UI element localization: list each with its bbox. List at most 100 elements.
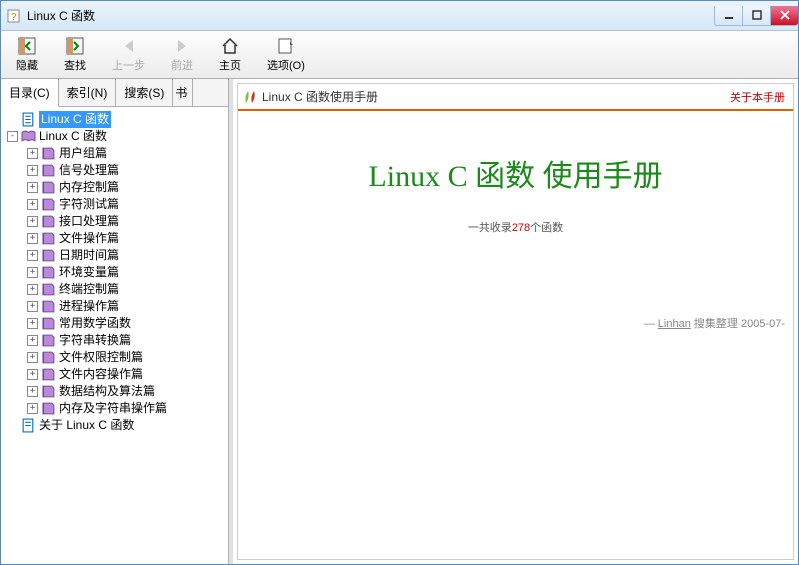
tree-chapter[interactable]: +常用数学函数 <box>3 315 226 332</box>
tree-chapter[interactable]: + 进程操作篇 <box>3 298 226 315</box>
content-frame[interactable]: Linux C 函数使用手册 关于本手册 Linux C 函数 使用手册 一共收… <box>237 83 794 560</box>
tree-chapter[interactable]: + 接口处理篇 <box>3 213 226 230</box>
tree-chapter[interactable]: +数据结构及算法篇 <box>3 383 226 400</box>
find-button[interactable]: 查找 <box>55 33 95 76</box>
tree-chapter[interactable]: + 字符串转换篇 <box>3 332 226 349</box>
book-icon <box>41 164 56 178</box>
expand-icon[interactable]: + <box>27 386 38 397</box>
tree-root-selected[interactable]: Linux C 函数 <box>3 111 226 128</box>
tree-label: 日期时间篇 <box>59 247 119 264</box>
book-icon <box>41 317 56 331</box>
tree-chapter[interactable]: +内存及字符串操作篇 <box>3 400 226 417</box>
tree-label: 终端控制篇 <box>59 281 119 298</box>
body-area: 目录(C) 索引(N) 搜索(S) 书 Linux C 函数 - Linux C… <box>1 79 798 564</box>
book-icon <box>41 232 56 246</box>
navigation-pane: 目录(C) 索引(N) 搜索(S) 书 Linux C 函数 - Linux C… <box>1 79 229 564</box>
tree-label: Linux C 函数 <box>39 111 111 128</box>
content-footer: — Linhan 搜集整理 2005-07- <box>238 275 793 339</box>
titlebar[interactable]: ? Linux C 函数 <box>1 1 798 31</box>
tree-label: 进程操作篇 <box>59 298 119 315</box>
expand-icon[interactable]: + <box>27 335 38 346</box>
expand-icon[interactable]: + <box>27 352 38 363</box>
expand-icon[interactable]: + <box>27 233 38 244</box>
forward-button: 前进 <box>162 33 202 76</box>
tree-chapter[interactable]: + 文件内容操作篇 <box>3 366 226 383</box>
tree-chapter[interactable]: + 日期时间篇 <box>3 247 226 264</box>
options-label: 选项(O) <box>267 57 305 73</box>
window-controls <box>714 6 798 26</box>
tab-favorites[interactable]: 书 <box>173 79 193 106</box>
book-icon <box>41 215 56 229</box>
function-count: 一共收录278个函数 <box>248 219 783 235</box>
collapse-icon[interactable]: - <box>7 131 18 142</box>
forward-label: 前进 <box>171 57 193 73</box>
about-manual-link[interactable]: 关于本手册 <box>730 89 785 105</box>
app-icon: ? <box>7 8 23 24</box>
logo-icon <box>242 89 258 105</box>
author-link[interactable]: Linhan <box>658 318 691 330</box>
toolbar: 隐藏 查找 上一步 前进 主页 选项(O) <box>1 31 798 79</box>
expand-icon[interactable]: + <box>27 369 38 380</box>
tree-root-book[interactable]: - Linux C 函数 <box>3 128 226 145</box>
page-icon <box>21 419 36 433</box>
maximize-button[interactable] <box>742 6 770 26</box>
tree-label: 文件内容操作篇 <box>59 366 143 383</box>
close-button[interactable] <box>770 6 798 26</box>
expand-icon[interactable]: + <box>27 267 38 278</box>
tree-chapter[interactable]: + 内存控制篇 <box>3 179 226 196</box>
book-icon <box>41 368 56 382</box>
expand-icon[interactable]: + <box>27 284 38 295</box>
book-icon <box>41 385 56 399</box>
minimize-button[interactable] <box>714 6 742 26</box>
back-button: 上一步 <box>103 33 154 76</box>
window-title: Linux C 函数 <box>27 7 95 24</box>
expand-icon[interactable]: + <box>27 301 38 312</box>
book-icon <box>41 147 56 161</box>
tree-label: 字符串转换篇 <box>59 332 131 349</box>
tree-chapter[interactable]: + 环境变量篇 <box>3 264 226 281</box>
tab-search[interactable]: 搜索(S) <box>116 79 173 106</box>
expand-icon[interactable]: + <box>27 182 38 193</box>
tree-label: 环境变量篇 <box>59 264 119 281</box>
tree-label: Linux C 函数 <box>39 128 107 145</box>
hide-button[interactable]: 隐藏 <box>7 33 47 76</box>
book-icon <box>41 300 56 314</box>
book-icon <box>41 402 56 416</box>
expand-icon[interactable]: + <box>27 165 38 176</box>
book-open-icon <box>21 130 36 144</box>
expand-icon[interactable]: + <box>27 403 38 414</box>
tree-chapter[interactable]: + 用户组篇 <box>3 145 226 162</box>
expand-icon[interactable]: + <box>27 250 38 261</box>
tree-label: 文件权限控制篇 <box>59 349 143 366</box>
book-icon <box>41 334 56 348</box>
home-button[interactable]: 主页 <box>210 33 250 76</box>
nav-tabs: 目录(C) 索引(N) 搜索(S) 书 <box>1 79 228 107</box>
book-icon <box>41 283 56 297</box>
tree-chapter[interactable]: + 终端控制篇 <box>3 281 226 298</box>
hide-label: 隐藏 <box>16 57 38 73</box>
tab-index[interactable]: 索引(N) <box>59 79 117 106</box>
tab-toc[interactable]: 目录(C) <box>1 79 59 107</box>
expand-icon[interactable]: + <box>27 148 38 159</box>
tree-about[interactable]: 关于 Linux C 函数 <box>3 417 226 434</box>
tree-chapter[interactable]: + 字符测试篇 <box>3 196 226 213</box>
expand-icon[interactable]: + <box>27 318 38 329</box>
book-icon <box>41 181 56 195</box>
page-icon <box>21 113 36 127</box>
book-icon <box>41 351 56 365</box>
book-icon <box>41 266 56 280</box>
tree-label: 接口处理篇 <box>59 213 119 230</box>
toc-tree[interactable]: Linux C 函数 - Linux C 函数 +用户组篇+信号处理篇+内存控制… <box>1 107 228 564</box>
tree-label: 用户组篇 <box>59 145 107 162</box>
home-label: 主页 <box>219 57 241 73</box>
tree-label: 内存控制篇 <box>59 179 119 196</box>
main-title: Linux C 函数 使用手册 <box>248 151 783 195</box>
expand-icon[interactable]: + <box>27 199 38 210</box>
tree-chapter[interactable]: + 文件权限控制篇 <box>3 349 226 366</box>
tree-chapter[interactable]: +信号处理篇 <box>3 162 226 179</box>
tree-label: 字符测试篇 <box>59 196 119 213</box>
tree-chapter[interactable]: +文件操作篇 <box>3 230 226 247</box>
expand-icon[interactable]: + <box>27 216 38 227</box>
options-button[interactable]: 选项(O) <box>258 33 314 76</box>
header-title: Linux C 函数使用手册 <box>262 88 378 105</box>
